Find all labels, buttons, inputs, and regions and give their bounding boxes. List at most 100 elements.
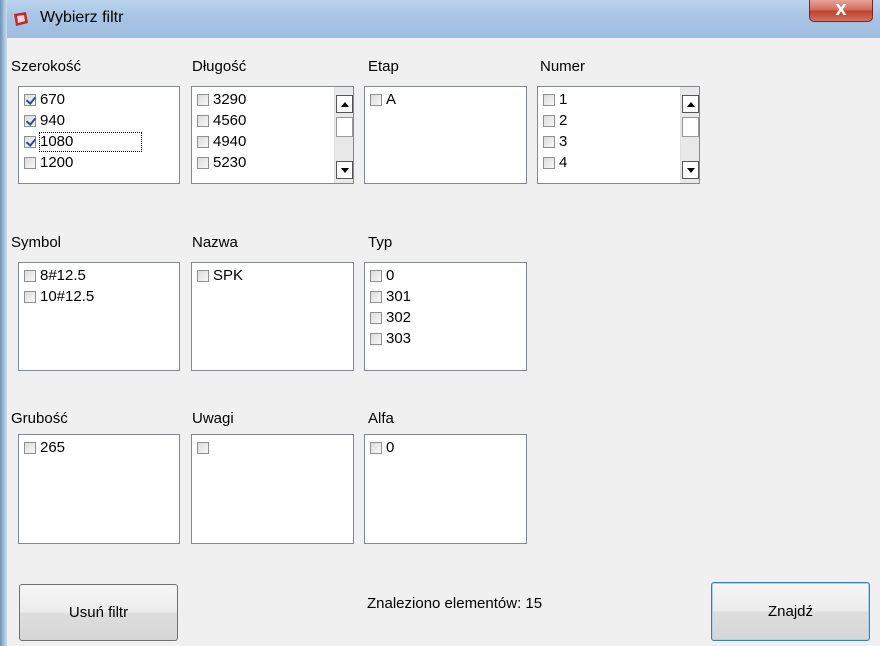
list-item[interactable]: 8#12.5 <box>19 265 179 286</box>
listbox-grubosc[interactable]: 265 <box>18 434 180 544</box>
vertical-scrollbar[interactable] <box>334 87 353 183</box>
scroll-up-button[interactable] <box>336 95 353 113</box>
group-label-etap: Etap <box>368 58 399 75</box>
group-label-numer: Numer <box>540 58 586 75</box>
checkbox[interactable] <box>197 441 209 454</box>
list-item-label: 1200 <box>40 153 74 171</box>
checkbox[interactable] <box>543 93 555 106</box>
checkbox[interactable] <box>370 311 382 324</box>
list-item[interactable]: 1 <box>538 89 699 110</box>
list-item[interactable]: 265 <box>19 437 179 458</box>
list-item[interactable]: 670 <box>19 89 179 110</box>
checkbox[interactable] <box>24 269 36 282</box>
app-icon <box>14 12 28 26</box>
listbox-szerokosc[interactable]: 670 940 1080 1200 <box>18 86 180 184</box>
group-label-alfa: Alfa <box>368 410 394 427</box>
checkbox[interactable] <box>370 93 382 106</box>
list-item-label: 4560 <box>213 111 247 129</box>
list-item-label: 4 <box>559 153 568 171</box>
list-item[interactable]: 4 <box>538 152 699 173</box>
list-item-label: 8#12.5 <box>40 266 86 284</box>
list-item[interactable]: 0 <box>365 265 526 286</box>
checkbox[interactable] <box>24 114 36 127</box>
list-item[interactable] <box>192 437 353 458</box>
checkbox[interactable] <box>197 269 209 282</box>
list-item[interactable]: 1080 <box>19 131 179 152</box>
checkbox[interactable] <box>24 441 36 454</box>
title-bar[interactable]: Wybierz filtr X <box>0 0 880 38</box>
list-item[interactable]: 3290 <box>192 89 353 110</box>
window-title: Wybierz filtr <box>40 9 124 26</box>
list-item[interactable]: 303 <box>365 328 526 349</box>
list-item[interactable]: 3 <box>538 131 699 152</box>
list-item-label: 265 <box>40 438 66 456</box>
list-item[interactable]: 302 <box>365 307 526 328</box>
listbox-symbol[interactable]: 8#12.5 10#12.5 <box>18 262 180 371</box>
list-item-label: 301 <box>386 287 412 305</box>
listbox-numer[interactable]: 1 2 3 4 <box>537 86 700 184</box>
list-item[interactable]: 940 <box>19 110 179 131</box>
list-item-label: 670 <box>40 90 66 108</box>
close-button[interactable]: X <box>809 0 873 22</box>
checkbox[interactable] <box>370 269 382 282</box>
list-item-label: 4940 <box>213 132 247 150</box>
list-item-label: 10#12.5 <box>40 287 95 305</box>
checkbox[interactable] <box>24 135 36 148</box>
list-item[interactable]: A <box>365 89 526 110</box>
list-item[interactable]: 4560 <box>192 110 353 131</box>
listbox-alfa[interactable]: 0 <box>364 434 527 544</box>
checkbox[interactable] <box>370 290 382 303</box>
listbox-typ[interactable]: 0 301 302 303 <box>364 262 527 371</box>
list-item-label: SPK <box>213 266 244 284</box>
dialog-window: Wybierz filtr X Szerokość Długość Etap N… <box>0 0 880 646</box>
checkbox[interactable] <box>24 93 36 106</box>
list-item[interactable]: 301 <box>365 286 526 307</box>
clear-filter-label: Usuń filtr <box>68 604 129 621</box>
group-label-nazwa: Nazwa <box>192 234 238 251</box>
listbox-etap[interactable]: A <box>364 86 527 184</box>
checkbox[interactable] <box>370 441 382 454</box>
list-item[interactable]: 10#12.5 <box>19 286 179 307</box>
scroll-thumb[interactable] <box>682 117 699 137</box>
list-item[interactable]: 2 <box>538 110 699 131</box>
group-label-typ: Typ <box>368 234 393 251</box>
scroll-up-button[interactable] <box>682 95 699 113</box>
dialog-content: Szerokość Długość Etap Numer 670 940 1080 1… <box>7 38 880 646</box>
checkbox[interactable] <box>370 332 382 345</box>
checkbox[interactable] <box>543 156 555 169</box>
list-item[interactable]: 5230 <box>192 152 353 173</box>
listbox-dlugosc[interactable]: 3290 4560 4940 5230 <box>191 86 354 184</box>
list-item-label: 1 <box>559 90 568 108</box>
listbox-uwagi[interactable] <box>191 434 354 544</box>
window-border <box>0 0 7 646</box>
list-item-label: 3290 <box>213 90 247 108</box>
list-item-label: A <box>386 90 397 108</box>
checkbox[interactable] <box>197 135 209 148</box>
checkbox[interactable] <box>197 93 209 106</box>
list-item[interactable]: 1200 <box>19 152 179 173</box>
scroll-thumb[interactable] <box>336 117 353 137</box>
vertical-scrollbar[interactable] <box>680 87 699 183</box>
find-label: Znajdź <box>767 603 814 620</box>
result-count-status: Znaleziono elementów: 15 <box>367 595 543 612</box>
checkbox[interactable] <box>24 290 36 303</box>
arrow-down-icon <box>686 167 695 173</box>
list-item-label: 303 <box>386 329 412 347</box>
scroll-down-button[interactable] <box>682 161 699 179</box>
checkbox[interactable] <box>197 156 209 169</box>
list-item[interactable]: 4940 <box>192 131 353 152</box>
clear-filter-button[interactable]: Usuń filtr <box>19 584 178 641</box>
list-item[interactable]: 0 <box>365 437 526 458</box>
checkbox[interactable] <box>197 114 209 127</box>
list-item[interactable]: SPK <box>192 265 353 286</box>
checkbox[interactable] <box>543 135 555 148</box>
checkbox[interactable] <box>543 114 555 127</box>
list-item-label: 302 <box>386 308 412 326</box>
list-item-label: 1080 <box>38 131 143 152</box>
listbox-nazwa[interactable]: SPK <box>191 262 354 371</box>
arrow-up-icon <box>686 101 695 107</box>
group-label-symbol: Symbol <box>11 234 62 251</box>
scroll-down-button[interactable] <box>336 161 353 179</box>
checkbox[interactable] <box>24 156 36 169</box>
find-button[interactable]: Znajdź <box>711 582 870 641</box>
